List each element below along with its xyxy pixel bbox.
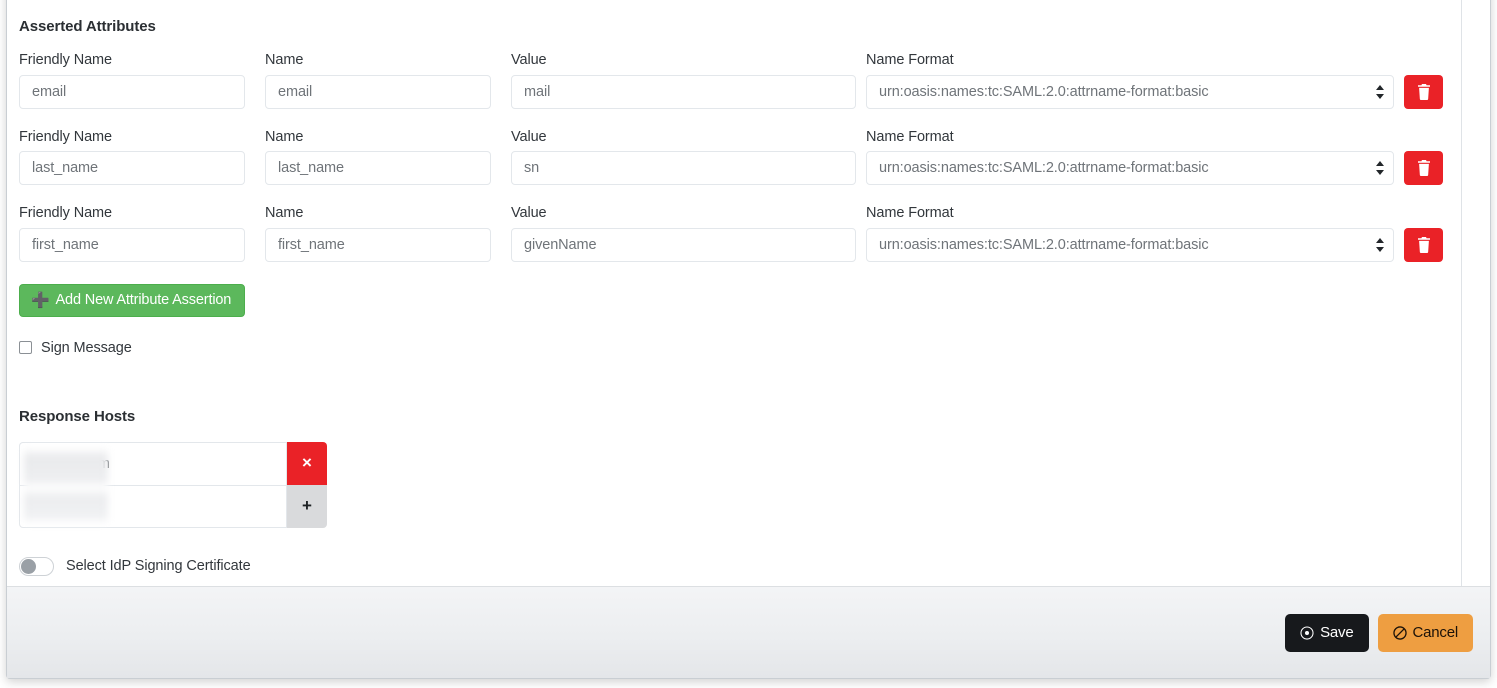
modal-footer: Save Cancel: [7, 586, 1490, 678]
label-name: Name: [265, 52, 304, 68]
friendly-name-input[interactable]: [19, 227, 245, 262]
label-value: Value: [511, 205, 547, 221]
name-format-select[interactable]: urn:oasis:names:tc:SAML:2.0:attrname-for…: [866, 227, 1394, 262]
cancel-button[interactable]: Cancel: [1377, 613, 1473, 652]
trash-icon: [1417, 236, 1430, 253]
idp-signing-certificate-toggle[interactable]: [19, 556, 54, 576]
asserted-attributes-title: Asserted Attributes: [19, 18, 156, 35]
asserted-attributes-section: Asserted Attributes Friendly Name Name V…: [19, 0, 1447, 576]
cancel-label: Cancel: [1412, 624, 1459, 641]
label-name-format: Name Format: [866, 205, 954, 221]
label-name-format: Name Format: [866, 128, 954, 145]
response-host-input[interactable]: [19, 441, 287, 485]
name-format-select-value: urn:oasis:names:tc:SAML:2.0:attrname-for…: [866, 227, 1394, 262]
response-host-row: +: [19, 484, 327, 528]
name-format-select-value: urn:oasis:names:tc:SAML:2.0:attrname-for…: [866, 74, 1394, 109]
value-input[interactable]: [511, 151, 856, 185]
attribute-row-labels: Friendly Name Name Value Name Format: [19, 53, 1447, 68]
attribute-row-labels: Friendly Name Name Value Name Format: [19, 128, 1447, 145]
ban-icon: [1392, 625, 1407, 640]
modal-body: Asserted Attributes Friendly Name Name V…: [7, 0, 1490, 586]
add-host-button[interactable]: +: [287, 484, 327, 528]
response-host-row: ×: [19, 441, 327, 485]
attribute-row-labels: Friendly Name Name Value Name Format: [19, 206, 1447, 221]
name-format-select-value: urn:oasis:names:tc:SAML:2.0:attrname-for…: [866, 151, 1394, 185]
label-friendly-name: Friendly Name: [19, 128, 112, 145]
save-label: Save: [1320, 624, 1354, 641]
delete-attribute-button[interactable]: [1404, 227, 1443, 262]
label-friendly-name: Friendly Name: [19, 52, 112, 68]
idp-signing-certificate-label: Select IdP Signing Certificate: [66, 558, 251, 574]
circle-dot-icon: [1300, 625, 1314, 640]
delete-attribute-button[interactable]: [1404, 151, 1443, 185]
save-button[interactable]: Save: [1285, 613, 1369, 652]
remove-host-button[interactable]: ×: [287, 441, 327, 485]
trash-icon: [1417, 83, 1430, 100]
name-input[interactable]: [265, 151, 491, 185]
label-name-format: Name Format: [866, 52, 954, 68]
sign-message-row[interactable]: Sign Message: [19, 340, 1447, 356]
asserted-attributes-card: Asserted Attributes Friendly Name Name V…: [7, 0, 1462, 586]
name-input[interactable]: [265, 227, 491, 262]
new-response-host-input[interactable]: [19, 484, 287, 528]
toggle-knob: [21, 558, 36, 574]
label-value: Value: [511, 128, 547, 145]
attribute-row: Friendly Name Name Value Name Format urn…: [19, 53, 1447, 109]
label-friendly-name: Friendly Name: [19, 205, 112, 221]
add-assertion-row: ➕ Add New Attribute Assertion: [19, 283, 1447, 317]
response-hosts-list: × +: [19, 441, 1447, 528]
friendly-name-input[interactable]: [19, 151, 245, 185]
response-hosts-section: Response Hosts × +: [19, 409, 1447, 528]
plus-icon: ➕: [31, 291, 50, 309]
name-format-select[interactable]: urn:oasis:names:tc:SAML:2.0:attrname-for…: [866, 151, 1394, 185]
friendly-name-input[interactable]: [19, 74, 245, 109]
trash-icon: [1417, 160, 1430, 176]
attribute-row: Friendly Name Name Value Name Format urn…: [19, 206, 1447, 262]
label-name: Name: [265, 205, 304, 221]
response-hosts-title: Response Hosts: [19, 407, 136, 425]
add-new-attribute-assertion-label: Add New Attribute Assertion: [55, 292, 232, 308]
label-name: Name: [265, 128, 304, 145]
value-input[interactable]: [511, 227, 856, 262]
delete-attribute-button[interactable]: [1404, 74, 1443, 109]
value-input[interactable]: [511, 74, 856, 109]
label-value: Value: [511, 52, 547, 68]
add-new-attribute-assertion-button[interactable]: ➕ Add New Attribute Assertion: [19, 283, 246, 317]
name-format-select[interactable]: urn:oasis:names:tc:SAML:2.0:attrname-for…: [866, 74, 1394, 109]
name-input[interactable]: [265, 74, 491, 109]
sign-message-label: Sign Message: [41, 339, 132, 356]
idp-signing-certificate-row[interactable]: Select IdP Signing Certificate: [19, 556, 1447, 576]
saml-configuration-modal: Asserted Attributes Friendly Name Name V…: [6, 0, 1491, 679]
attribute-row: Friendly Name Name Value Name Format urn…: [19, 128, 1447, 185]
sign-message-checkbox[interactable]: [19, 341, 32, 354]
